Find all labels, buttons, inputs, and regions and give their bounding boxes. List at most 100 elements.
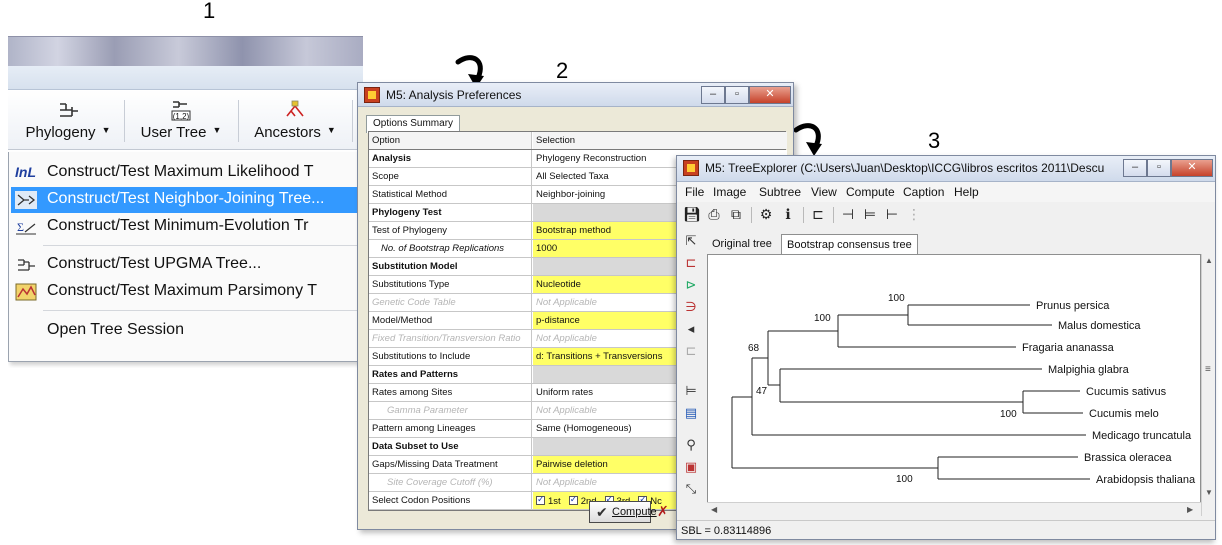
menu-item-open-tree-session[interactable]: Open Tree Session	[11, 318, 362, 344]
scroll-left-icon[interactable]: ◀	[711, 505, 717, 514]
topology-only-icon[interactable]: ⋮	[905, 205, 923, 223]
menu-compute[interactable]: Compute	[846, 185, 895, 199]
option-name: Phylogeny Test	[369, 204, 532, 221]
show-all-icon[interactable]: ▤	[682, 404, 700, 422]
resize-icon[interactable]: ⤡	[682, 480, 700, 498]
root-on-branch-icon[interactable]: ⊏	[682, 254, 700, 272]
option-name: Statistical Method	[369, 186, 532, 203]
mega-main-window-crop: Phylogeny ▼ (1,2) User Tree ▼ Ancestors ▼	[8, 28, 363, 368]
compute-button[interactable]: ✔ Compute	[589, 501, 657, 523]
window-title: M5: TreeExplorer (C:\Users\Juan\Desktop\…	[705, 161, 1105, 175]
info-icon[interactable]: ℹ	[779, 205, 797, 223]
check-icon: ✔	[596, 504, 608, 520]
tab-original-tree[interactable]: Original tree	[707, 234, 777, 254]
menu-view[interactable]: View	[811, 185, 837, 199]
status-bar: SBL = 0.83114896	[677, 520, 1215, 539]
taxon-label: Malus domestica	[1058, 320, 1141, 332]
menu-help[interactable]: Help	[954, 185, 979, 199]
minimum-evolution-icon: Σ	[16, 220, 36, 235]
copy-icon[interactable]: ⧉	[727, 205, 745, 223]
toolbar-separator	[751, 207, 752, 223]
option-name: Gamma Parameter	[369, 402, 532, 419]
user-tree-ribbon-button[interactable]: (1,2) User Tree ▼	[126, 98, 236, 146]
tree-canvas[interactable]: Prunus persica Malus domestica Fragaria …	[707, 254, 1201, 516]
neighbor-joining-icon	[15, 191, 37, 209]
user-tree-ribbon-label: User Tree	[140, 124, 207, 141]
bootstrap-value: 68	[748, 343, 760, 354]
scroll-grip-icon[interactable]: ≡	[1205, 364, 1211, 375]
scroll-down-icon[interactable]: ▼	[1205, 488, 1213, 497]
ancestors-ribbon-button[interactable]: Ancestors ▼	[240, 98, 350, 146]
screenshot-stage: 1 2 3 Phylogeny ▼ (1,2) User Tree ▼ Ance…	[0, 0, 1222, 545]
bootstrap-value: 100	[814, 313, 831, 324]
swap-subtree-icon[interactable]: ∋	[682, 298, 700, 316]
minimize-button[interactable]: –	[701, 86, 725, 104]
compress-subtree-icon[interactable]: ◂	[682, 320, 700, 338]
menu-separator	[43, 245, 361, 246]
taxon-label: Arabidopsis thaliana	[1096, 474, 1196, 486]
straight-tree-icon[interactable]: ⊣	[839, 205, 857, 223]
binoculars-icon[interactable]: ⚲	[682, 436, 700, 454]
menu-file[interactable]: File	[685, 185, 704, 199]
options-grid-header: Option Selection	[369, 132, 787, 150]
bootstrap-values: 100 100 68 47 100 100	[748, 293, 1017, 485]
menu-separator	[43, 310, 361, 311]
cancel-x-icon[interactable]: ✗	[657, 503, 669, 520]
circle-tree-icon[interactable]: ⊨	[861, 205, 879, 223]
option-name: Genetic Code Table	[369, 294, 532, 311]
show-subtree-icon[interactable]: ⊏	[682, 342, 700, 360]
horizontal-scrollbar[interactable]: ◀ ▶	[707, 502, 1201, 516]
close-button[interactable]: ✕	[1171, 159, 1213, 177]
bootstrap-value: 100	[896, 474, 913, 485]
vertical-scrollbar[interactable]: ▲ ≡ ▼	[1201, 254, 1215, 516]
step-number-3: 3	[928, 128, 941, 153]
column-header-option: Option	[369, 132, 532, 149]
menu-item-maximum-likelihood[interactable]: InL Construct/Test Maximum Likelihood T	[11, 160, 362, 186]
menu-image[interactable]: Image	[713, 185, 746, 199]
flip-subtree-icon[interactable]: ⊳	[682, 276, 700, 294]
menu-item-label: Construct/Test UPGMA Tree...	[47, 255, 262, 272]
maximum-parsimony-icon	[15, 283, 37, 301]
close-button[interactable]: ✕	[749, 86, 791, 104]
option-name: Rates and Patterns	[369, 366, 532, 383]
toolbar-separator	[803, 207, 804, 223]
maximize-button[interactable]: ▫	[1147, 159, 1171, 177]
checkbox-checked-icon[interactable]	[568, 494, 578, 505]
option-name: Substitutions to Include	[369, 348, 532, 365]
rectangular-tree-icon[interactable]: ⊏	[809, 205, 827, 223]
ancestors-icon	[286, 100, 304, 117]
subtree-drawing-options-icon[interactable]: ⊨	[682, 382, 700, 400]
save-icon[interactable]: 💾︎	[683, 205, 701, 223]
option-name: Gaps/Missing Data Treatment	[369, 456, 532, 473]
scroll-up-icon[interactable]: ▲	[1205, 256, 1213, 265]
print-icon[interactable]: ⎙	[705, 205, 723, 223]
menu-item-upgma[interactable]: Construct/Test UPGMA Tree...	[11, 252, 362, 278]
tree-branches	[731, 304, 1090, 480]
menu-subtree[interactable]: Subtree	[759, 185, 801, 199]
scroll-right-icon[interactable]: ▶	[1187, 505, 1193, 514]
maximize-button[interactable]: ▫	[725, 86, 749, 104]
tree-options-icon[interactable]: ⚙	[757, 205, 775, 223]
option-name: Substitution Model	[369, 258, 532, 275]
step-number-1: 1	[203, 0, 216, 23]
search-taxa-icon[interactable]: ▣	[682, 458, 700, 476]
tree-explorer-sidebar: ⇱ ⊏ ⊳ ∋ ◂ ⊏ ⊨ ▤ ⚲ ▣ ⤡	[679, 232, 703, 512]
menu-item-neighbor-joining[interactable]: Construct/Test Neighbor-Joining Tree...	[11, 187, 362, 213]
radiation-tree-icon[interactable]: ⊢	[883, 205, 901, 223]
taxon-label: Cucumis melo	[1089, 408, 1159, 420]
checkbox-checked-icon[interactable]	[536, 494, 545, 505]
phylogeny-ribbon-button[interactable]: Phylogeny ▼	[14, 98, 122, 146]
ml-icon: InL	[15, 164, 36, 180]
tree-explorer-titlebar: M5: TreeExplorer (C:\Users\Juan\Desktop\…	[677, 156, 1215, 182]
minimize-button[interactable]: –	[1123, 159, 1147, 177]
menu-item-maximum-parsimony[interactable]: Construct/Test Maximum Parsimony T	[11, 279, 362, 305]
pointer-icon[interactable]: ⇱	[682, 232, 700, 250]
codon-position-checkbox[interactable]: 1st	[536, 494, 561, 507]
menu-item-minimum-evolution[interactable]: Σ Construct/Test Minimum-Evolution Tr	[11, 214, 362, 240]
svg-text:Σ: Σ	[17, 220, 24, 234]
ancestors-ribbon-label: Ancestors	[254, 124, 321, 141]
menu-caption[interactable]: Caption	[903, 185, 944, 199]
menu-item-label: Construct/Test Maximum Parsimony T	[47, 282, 317, 299]
option-name: Fixed Transition/Transversion Ratio	[369, 330, 532, 347]
tab-bootstrap-consensus-tree[interactable]: Bootstrap consensus tree	[781, 234, 918, 254]
